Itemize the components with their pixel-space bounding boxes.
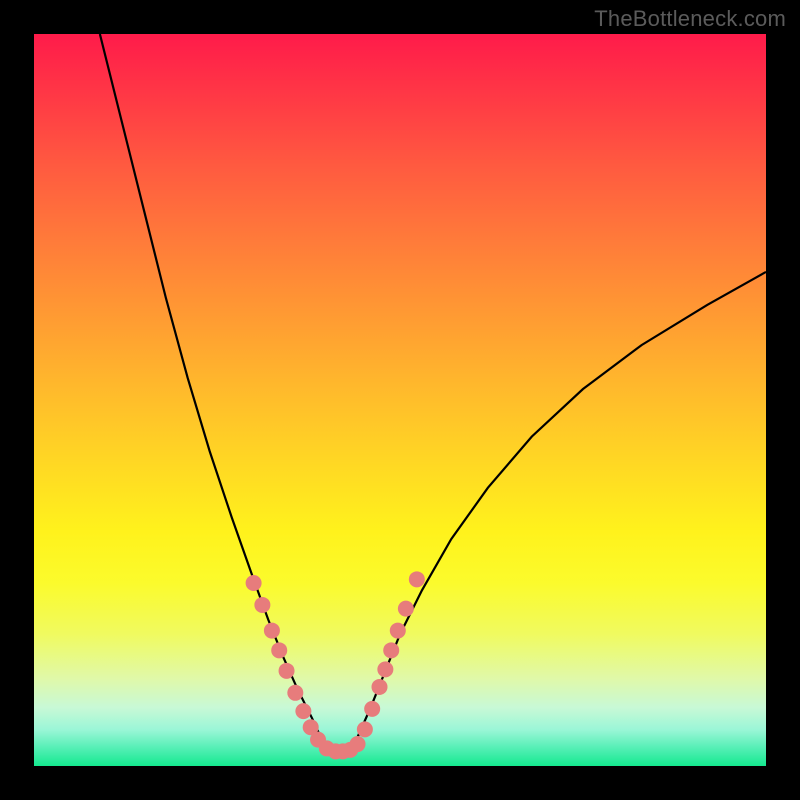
watermark-text: TheBottleneck.com: [594, 6, 786, 32]
data-dots: [246, 571, 425, 759]
curve-left: [100, 34, 323, 743]
chart-frame: TheBottleneck.com: [0, 0, 800, 800]
data-dot: [295, 703, 311, 719]
curve-right: [356, 272, 766, 740]
plot-area: [34, 34, 766, 766]
data-dot: [357, 721, 373, 737]
data-dot: [390, 623, 406, 639]
data-dot: [287, 685, 303, 701]
data-dot: [409, 571, 425, 587]
curve-layer: [34, 34, 766, 766]
data-dot: [350, 736, 366, 752]
data-dot: [383, 642, 399, 658]
data-dot: [364, 701, 380, 717]
data-dot: [271, 642, 287, 658]
data-dot: [279, 663, 295, 679]
data-dot: [372, 679, 388, 695]
data-dot: [254, 597, 270, 613]
data-dot: [264, 623, 280, 639]
data-dot: [398, 601, 414, 617]
data-dot: [377, 661, 393, 677]
data-dot: [246, 575, 262, 591]
